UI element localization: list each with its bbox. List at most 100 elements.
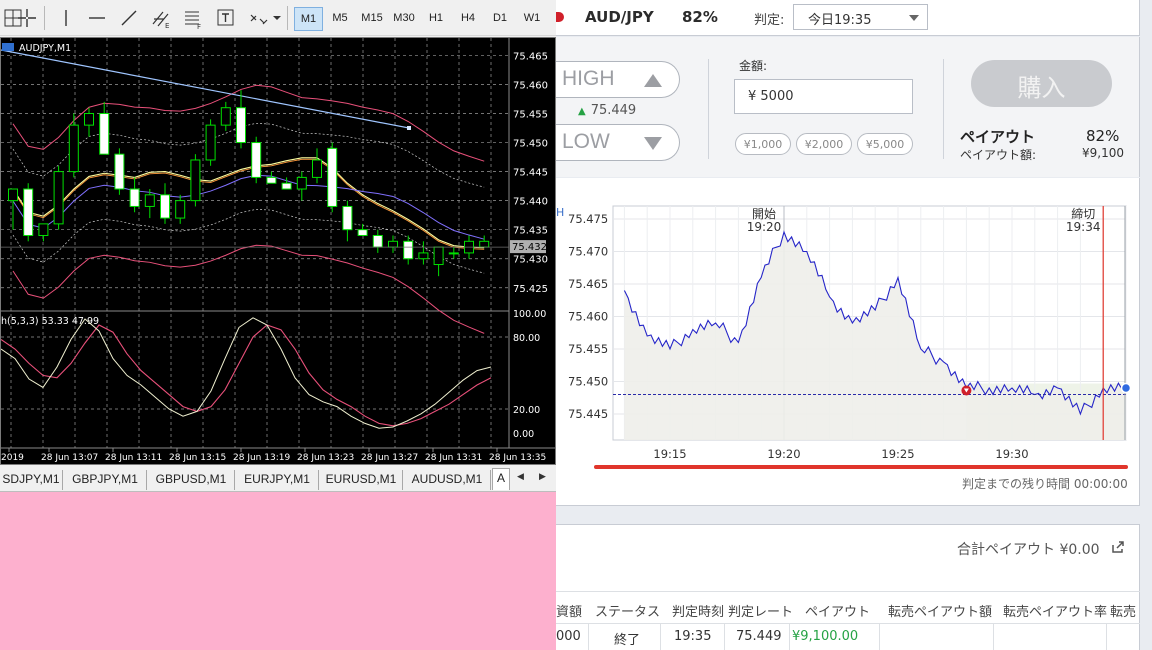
horizontal-line-icon[interactable]	[86, 7, 108, 29]
symbol-tab-a[interactable]: A	[492, 468, 510, 490]
time-tick-label: 28 Jun 13:23	[297, 453, 354, 463]
payout-amount-label: ペイアウト額:	[960, 148, 1037, 162]
fibonacci-icon[interactable]: F	[182, 7, 204, 29]
indicator-tick-label: 100.00	[513, 309, 546, 320]
col-divider	[789, 624, 790, 650]
col-payout: ペイアウト	[805, 605, 871, 620]
candle-body	[220, 107, 231, 126]
expiry-value: 今日19:35	[808, 13, 872, 28]
amount-chip-5000[interactable]: ¥5,000	[857, 133, 913, 155]
divider	[708, 59, 709, 159]
price-chart[interactable]: 75.475 75.470 75.465 75.460 75.455 75.450 75.4…	[556, 178, 1140, 478]
mt4-chart[interactable]: 75.465 75.460 75.455 75.450 75.445 75.440 75.4…	[1, 38, 555, 464]
indicator-tick-label: 20.00	[513, 405, 540, 416]
expiry-select[interactable]: 今日19:35	[793, 4, 928, 30]
price-tick-label: 75.435	[513, 226, 548, 237]
x-tick-label: 19:30	[995, 447, 1028, 461]
price-tick-label: 75.450	[513, 139, 548, 150]
time-tick-label: 28 Jun 13:07	[41, 453, 98, 463]
buy-button[interactable]: 購入	[971, 60, 1112, 107]
history-header: 資額 ステータス 判定時刻 判定レート ペイアウト 転売ペイアウト額 転売ペイア…	[556, 591, 1140, 624]
timeframe-w1[interactable]: W1	[520, 7, 544, 31]
amount-chip-1000[interactable]: ¥1,000	[735, 133, 791, 155]
x-tick-label: 19:25	[881, 447, 914, 461]
amount-input[interactable]: ¥ 5000	[734, 79, 913, 114]
envelope-lower	[12, 208, 485, 274]
up-triangle-icon: ▲	[578, 106, 586, 117]
col-divider	[588, 624, 589, 650]
candle-body	[312, 159, 322, 178]
envelope-upper	[12, 122, 485, 188]
candle-body	[236, 107, 246, 144]
row-rate: 75.449	[736, 629, 782, 644]
divider	[943, 59, 944, 159]
candle-body	[8, 188, 18, 202]
candle-body	[205, 124, 216, 161]
candle-body	[190, 159, 201, 202]
dropdown-arrow-icon[interactable]	[266, 7, 288, 29]
col-expiry-rate: 判定レート	[728, 605, 794, 620]
row-amount: 000	[556, 629, 581, 644]
price-tick-label: 75.445	[513, 168, 548, 179]
current-price-label: 75.432	[512, 242, 547, 253]
chart-title: AUDJPY,M1	[19, 43, 71, 54]
timeframe-m15[interactable]: M15	[358, 7, 386, 31]
low-button[interactable]: LOW	[556, 124, 680, 161]
timeframe-h4[interactable]: H4	[456, 7, 480, 31]
candle-body	[84, 113, 94, 126]
payout-percent: 82%	[1086, 127, 1120, 145]
timeframe-h1[interactable]: H1	[424, 7, 448, 31]
scroll-right-icon[interactable]: ▶	[539, 472, 546, 482]
text-tool-icon[interactable]	[215, 7, 237, 29]
export-icon[interactable]	[1111, 540, 1125, 554]
trade-header: AUD/JPY 82% 判定: 今日19:35	[556, 0, 1140, 36]
toolbar-separator	[44, 6, 45, 30]
candle-body	[129, 188, 140, 207]
vertical-line-icon[interactable]	[55, 7, 77, 29]
symbol-tab-audusdm1[interactable]: AUDUSD,M1	[404, 470, 491, 490]
col-divider	[1106, 624, 1107, 650]
timeframe-d1[interactable]: D1	[488, 7, 512, 31]
time-tick-label: 2019	[1, 453, 24, 463]
trendline	[1, 49, 410, 129]
candle-body	[53, 171, 64, 225]
start-label: 開始	[752, 207, 776, 221]
y-tick-label: 75.445	[568, 407, 608, 421]
col-expiry-time: 判定時刻	[672, 605, 725, 620]
currency-pair[interactable]: AUD/JPY	[585, 8, 654, 26]
x-tick-label: 19:20	[767, 447, 800, 461]
scroll-left-icon[interactable]: ◀	[517, 472, 524, 482]
symbol-tab-gbpjpym1[interactable]: GBPJPY,M1	[64, 470, 147, 490]
col-divider	[724, 624, 725, 650]
symbol-tab-eurusdm1[interactable]: EURUSD,M1	[320, 470, 403, 490]
amount-chip-2000[interactable]: ¥2,000	[796, 133, 852, 155]
mt4-chart-window[interactable]: 75.465 75.460 75.455 75.450 75.445 75.440 75.4…	[0, 37, 556, 465]
expiry-label: 判定:	[754, 13, 785, 28]
candle-body	[114, 153, 125, 190]
timeframe-m1[interactable]: M1	[294, 7, 323, 31]
timeframe-m30[interactable]: M30	[390, 7, 418, 31]
low-label: LOW	[562, 130, 610, 153]
symbol-tab-sdjpym1[interactable]: SDJPY,M1	[0, 470, 63, 490]
y-tick-label: 75.455	[568, 342, 608, 356]
payout-label: ペイアウト	[960, 128, 1036, 146]
row-payout: ¥9,100.00	[792, 629, 859, 644]
col-divider	[879, 624, 880, 650]
row-time: 19:35	[674, 629, 712, 644]
payout-amount: ¥9,100	[1082, 146, 1124, 160]
crosshair-icon[interactable]	[16, 7, 38, 29]
trade-history: 合計ペイアウト ¥0.00 資額 ステータス 判定時刻 判定レート ペイアウト …	[556, 524, 1140, 650]
equidistant-channel-icon[interactable]: E	[150, 7, 172, 29]
payout-rate: 82%	[682, 8, 718, 26]
candle-body	[479, 240, 490, 248]
high-button[interactable]: HIGH	[556, 61, 680, 98]
trading-site: AUD/JPY 82% 判定: 今日19:35 HIGH ▲ 75.449 LOW…	[556, 0, 1152, 650]
trendline-icon[interactable]	[118, 7, 140, 29]
symbol-tab-eurjpym1[interactable]: EURJPY,M1	[236, 470, 319, 490]
symbol-tab-gbpusdm1[interactable]: GBPUSD,M1	[148, 470, 235, 490]
table-row[interactable]: 000 終了 19:35 75.449 ¥9,100.00	[556, 624, 1140, 650]
candle-body	[144, 194, 155, 207]
candle-body	[448, 252, 459, 255]
timeframe-m5[interactable]: M5	[326, 7, 354, 31]
row-status: 終了	[614, 633, 641, 648]
